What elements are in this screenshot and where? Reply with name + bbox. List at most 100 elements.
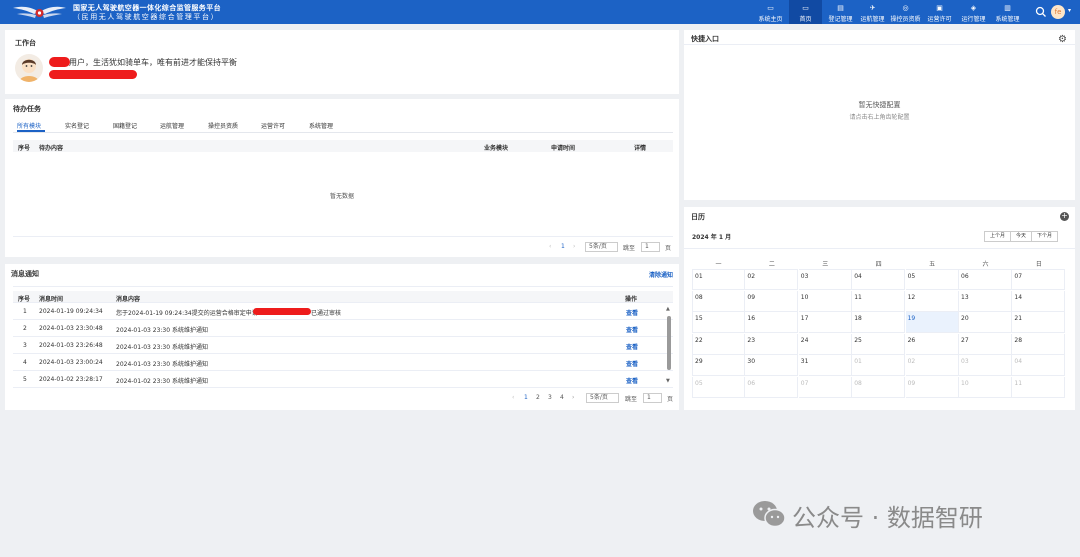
calendar-day-cell[interactable]: 08 xyxy=(692,290,745,312)
prev-page-button[interactable]: ‹ xyxy=(512,394,514,401)
page-4-button[interactable]: 4 xyxy=(560,394,564,401)
nav-system-home[interactable]: ▭ 系统主页 xyxy=(754,0,787,24)
message-notice-panel: 消息通知 清除通知 序号 消息时间 消息内容 操作 1 2024-01-19 0… xyxy=(5,264,679,410)
calendar-day-cell[interactable]: 29 xyxy=(692,355,745,376)
page-2-button[interactable]: 2 xyxy=(536,394,540,401)
next-month-button[interactable]: 下个月 xyxy=(1032,232,1057,241)
page-3-button[interactable]: 3 xyxy=(548,394,552,401)
goto-label: 跳至 xyxy=(623,245,636,252)
view-message-button[interactable]: 查看 xyxy=(626,359,638,368)
scroll-up-icon[interactable]: ▲ xyxy=(666,306,670,312)
add-event-icon[interactable]: + xyxy=(1060,212,1069,221)
calendar-day-cell[interactable]: 01 xyxy=(692,269,745,290)
view-message-button[interactable]: 查看 xyxy=(626,342,638,351)
scrollbar-thumb[interactable] xyxy=(667,316,671,370)
message-row: 4 2024-01-03 23:00:24 2024-01-03 23:30 系… xyxy=(13,354,673,371)
tab-system-management[interactable]: 系统管理 xyxy=(309,121,333,130)
page-unit-label: 页 xyxy=(665,245,672,252)
calendar-day-cell[interactable]: 23 xyxy=(745,333,799,355)
message-row: 2 2024-01-03 23:30:48 2024-01-03 23:30 系… xyxy=(13,320,673,337)
calendar-day-cell[interactable]: 08 xyxy=(852,376,906,398)
page-1-button[interactable]: 1 xyxy=(561,243,565,250)
tab-flight-management[interactable]: 运航管理 xyxy=(160,121,184,130)
calendar-day-cell[interactable]: 05 xyxy=(692,376,745,398)
calendar-day-cell[interactable]: 07 xyxy=(1012,269,1066,290)
tab-nationality-registration[interactable]: 国籍登记 xyxy=(113,121,137,130)
calendar-day-cell[interactable]: 21 xyxy=(1012,312,1066,333)
calendar-day-cell[interactable]: 02 xyxy=(905,355,959,376)
calendar-day-cell[interactable]: 10 xyxy=(959,376,1012,398)
next-page-button[interactable]: › xyxy=(573,243,575,250)
tab-operator-qualification[interactable]: 操控员资质 xyxy=(208,121,238,130)
calendar-day-cell[interactable]: 25 xyxy=(852,333,906,355)
nav-registration[interactable]: ▤ 登记管理 xyxy=(824,0,857,24)
calendar-day-cell[interactable]: 07 xyxy=(798,376,852,398)
page-size-select[interactable]: 5条/页 xyxy=(585,242,618,252)
prev-page-button[interactable]: ‹ xyxy=(549,243,551,250)
calendar-day-cell[interactable]: 14 xyxy=(1012,290,1066,312)
message-row: 1 2024-01-19 09:24:34 您于2024-01-19 09:24… xyxy=(13,303,673,320)
calendar-day-cell[interactable]: 18 xyxy=(852,312,906,333)
prev-month-button[interactable]: 上个月 xyxy=(985,232,1012,241)
tab-all-modules[interactable]: 所有模块 xyxy=(17,121,41,130)
operation-icon: ◈ xyxy=(970,4,977,12)
nav-operator-qualification[interactable]: ◎ 操控员资质 xyxy=(889,0,922,24)
calendar-day-cell[interactable]: 06 xyxy=(745,376,799,398)
chevron-down-icon[interactable]: ▾ xyxy=(1068,7,1071,14)
calendar-day-cell[interactable]: 09 xyxy=(745,290,799,312)
scroll-down-icon[interactable]: ▼ xyxy=(666,378,670,384)
calendar-day-cell[interactable]: 02 xyxy=(745,269,799,290)
goto-label: 跳至 xyxy=(625,396,638,403)
tab-operation-license[interactable]: 运营许可 xyxy=(261,121,285,130)
calendar-day-cell[interactable]: 31 xyxy=(798,355,852,376)
calendar-day-cell[interactable]: 27 xyxy=(959,333,1012,355)
calendar-day-cell[interactable]: 03 xyxy=(798,269,852,290)
next-page-button[interactable]: › xyxy=(572,394,574,401)
calendar-day-cell[interactable]: 04 xyxy=(852,269,906,290)
calendar-nav-buttons: 上个月 今天 下个月 xyxy=(984,231,1059,242)
calendar-day-cell[interactable]: 30 xyxy=(745,355,799,376)
nav-operation-management[interactable]: ◈ 运行管理 xyxy=(957,0,990,24)
calendar-day-cell[interactable]: 11 xyxy=(1012,376,1066,398)
view-message-button[interactable]: 查看 xyxy=(626,325,638,334)
messages-scrollbar[interactable]: ▲ ▼ xyxy=(666,306,672,384)
goto-page-input[interactable]: 1 xyxy=(643,393,662,403)
calendar-day-cell[interactable]: 26 xyxy=(905,333,959,355)
tab-real-name-registration[interactable]: 实名登记 xyxy=(65,121,89,130)
calendar-day-cell[interactable]: 01 xyxy=(852,355,906,376)
view-message-button[interactable]: 查看 xyxy=(626,376,638,385)
nav-flight[interactable]: ✈ 运航管理 xyxy=(856,0,889,24)
calendar-day-cell[interactable]: 12 xyxy=(905,290,959,312)
nav-operation-license[interactable]: ▣ 运营许可 xyxy=(923,0,956,24)
calendar-day-cell[interactable]: 10 xyxy=(798,290,852,312)
calendar-day-cell[interactable]: 22 xyxy=(692,333,745,355)
calendar-day-cell[interactable]: 13 xyxy=(959,290,1012,312)
nav-system-management[interactable]: ▥ 系统管理 xyxy=(991,0,1024,24)
goto-page-input[interactable]: 1 xyxy=(641,242,660,252)
today-button[interactable]: 今天 xyxy=(1011,232,1033,241)
clear-notifications-link[interactable]: 清除通知 xyxy=(649,270,673,279)
nav-home[interactable]: ▭ 首页 xyxy=(789,0,822,24)
calendar-day-cell[interactable]: 15 xyxy=(692,312,745,333)
calendar-day-cell[interactable]: 06 xyxy=(959,269,1012,290)
calendar-day-cell[interactable]: 20 xyxy=(959,312,1012,333)
page-1-button[interactable]: 1 xyxy=(524,394,528,401)
drone-icon: ✈ xyxy=(869,4,876,12)
search-icon[interactable] xyxy=(1034,5,1048,19)
redacted-username xyxy=(49,57,70,67)
calendar-day-cell[interactable]: 28 xyxy=(1012,333,1066,355)
user-avatar[interactable]: fe xyxy=(1051,5,1065,19)
calendar-day-cell[interactable]: 17 xyxy=(798,312,852,333)
calendar-day-cell[interactable]: 05 xyxy=(905,269,959,290)
calendar-day-cell[interactable]: 03 xyxy=(959,355,1012,376)
view-message-button[interactable]: 查看 xyxy=(626,308,638,317)
calendar-day-cell[interactable]: 04 xyxy=(1012,355,1066,376)
messages-title-divider xyxy=(13,286,673,287)
calendar-day-cell[interactable]: 11 xyxy=(852,290,906,312)
calendar-day-cell[interactable]: 16 xyxy=(745,312,799,333)
calendar-title: 日历 xyxy=(691,213,705,221)
calendar-day-cell[interactable]: 09 xyxy=(905,376,959,398)
calendar-day-cell[interactable]: 24 xyxy=(798,333,852,355)
calendar-day-cell[interactable]: 19 xyxy=(905,312,959,333)
page-size-select[interactable]: 5条/页 xyxy=(586,393,619,403)
